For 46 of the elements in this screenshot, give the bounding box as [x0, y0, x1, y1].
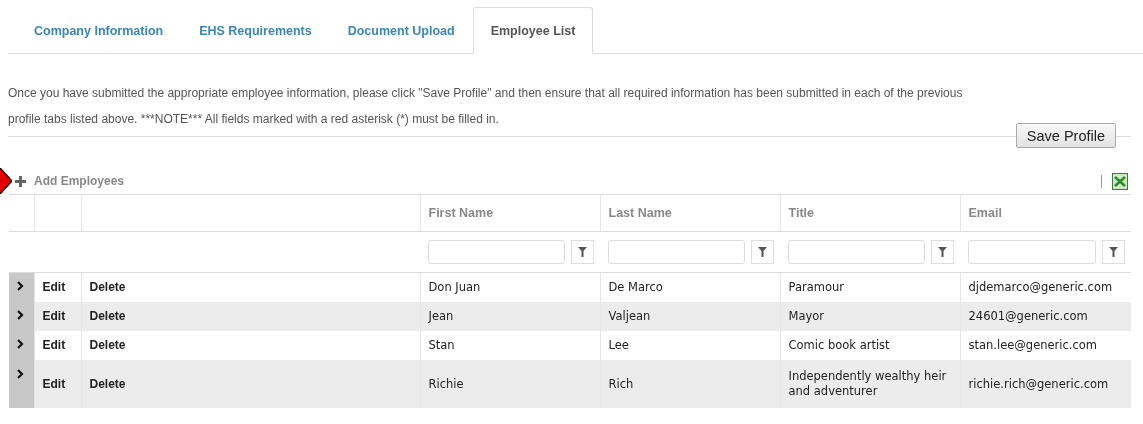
plus-icon — [15, 175, 26, 187]
add-employees-button[interactable]: Add Employees — [12, 174, 125, 188]
table-cell: richie.rich@generic.com — [960, 360, 1131, 408]
filter-button[interactable] — [1102, 240, 1125, 264]
table-cell: Valjean — [600, 302, 780, 331]
filter-icon — [758, 247, 767, 257]
edit-link[interactable]: Edit — [42, 280, 66, 294]
pointer-marker-icon — [0, 168, 12, 194]
filter-field[interactable] — [428, 240, 565, 264]
column-header[interactable]: First Name — [420, 194, 600, 232]
save-profile-button[interactable]: Save Profile — [1015, 123, 1116, 148]
delete-link[interactable]: Delete — [89, 280, 126, 294]
filter-field[interactable] — [788, 240, 925, 264]
chevron-icon — [17, 339, 24, 349]
filter-icon — [578, 247, 587, 257]
delete-link[interactable]: Delete — [89, 376, 126, 391]
table-cell: Rich — [600, 360, 780, 408]
delete-link[interactable]: Delete — [89, 309, 126, 323]
chevron-icon — [17, 310, 24, 320]
filter-button[interactable] — [571, 240, 594, 264]
edit-link[interactable]: Edit — [42, 376, 66, 391]
table-cell: Independently wealthy heir and adventurer — [780, 360, 960, 408]
spreadsheet-export-icon[interactable] — [1112, 172, 1128, 190]
tab[interactable]: Document Upload — [329, 7, 473, 54]
column-header[interactable]: Email — [960, 194, 1131, 232]
delete-link[interactable]: Delete — [89, 338, 126, 352]
tab[interactable]: Employee List — [472, 7, 594, 54]
filter-field[interactable] — [608, 240, 745, 264]
table-cell: Jean — [420, 302, 600, 331]
expand-row-button[interactable] — [9, 272, 34, 302]
column-header[interactable]: Title — [780, 194, 960, 232]
chevron-icon — [17, 369, 24, 379]
tab[interactable]: EHS Requirements — [181, 7, 330, 54]
tab[interactable]: Company Information — [16, 7, 182, 54]
column-header[interactable]: Last Name — [600, 194, 780, 232]
chevron-icon — [17, 281, 24, 291]
filter-icon — [938, 247, 947, 257]
filter-icon — [1109, 247, 1118, 257]
instructions-text: Once you have submitted the appropriate employee information, please click "Save Profile" and then ensure that all required information has been submitted in each of the previous profile tabs listed above. ***NOTE*** All fields marked with a red asterisk (*) must be filled in. — [8, 85, 963, 128]
filter-field[interactable] — [968, 240, 1096, 264]
table-cell: Richie — [420, 360, 600, 408]
filter-button[interactable] — [751, 240, 774, 264]
table-cell: Mayor — [780, 302, 960, 331]
table-cell: 24601@generic.com — [960, 302, 1131, 331]
filter-button[interactable] — [931, 240, 954, 264]
edit-link[interactable]: Edit — [42, 338, 66, 352]
